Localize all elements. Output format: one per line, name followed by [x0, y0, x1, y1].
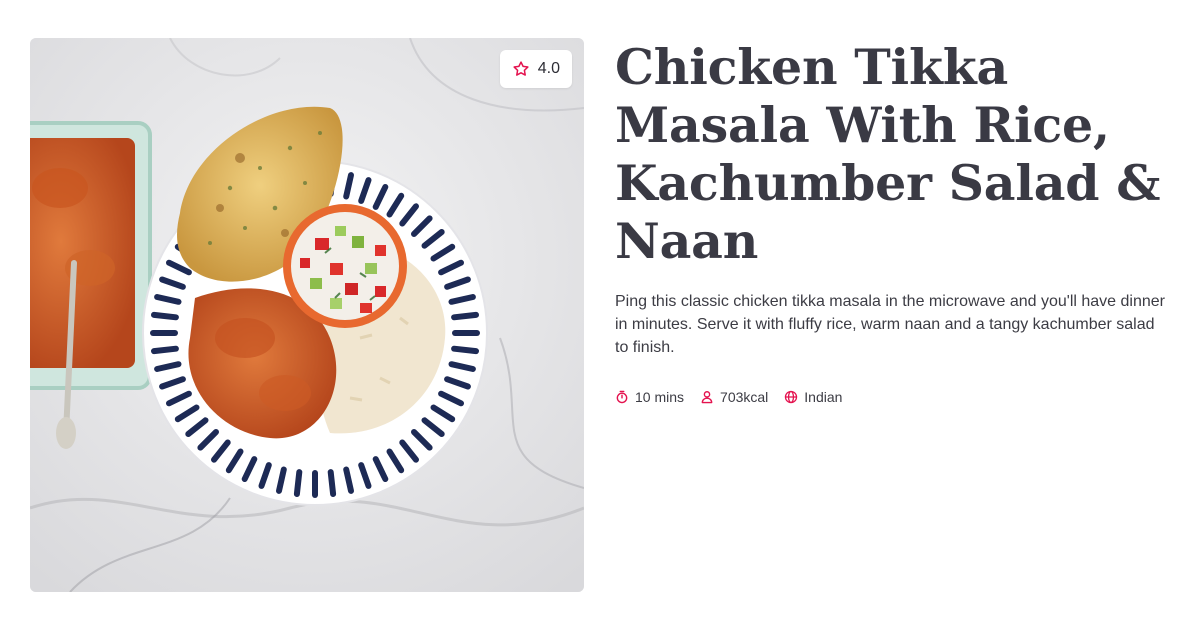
star-outline-icon: [513, 61, 529, 76]
meta-cuisine-label: Indian: [804, 389, 843, 405]
stopwatch-icon: [616, 390, 628, 404]
recipe-details: Chicken Tikka Masala With Rice, Kachumbe…: [615, 38, 1175, 405]
meta-calories: 703kcal: [700, 389, 768, 405]
meta-time: 10 mins: [615, 389, 684, 405]
person-icon: [701, 391, 713, 404]
recipe-photo-illustration: [30, 38, 584, 592]
meta-time-label: 10 mins: [635, 389, 685, 405]
rating-value: 4.0: [537, 60, 560, 77]
rating-badge[interactable]: 4.0: [499, 50, 572, 88]
recipe-image: 4.0: [30, 38, 584, 592]
recipe-title: Chicken Tikka Masala With Rice, Kachumbe…: [615, 38, 1161, 270]
meta-calories-label: 703kcal: [720, 389, 769, 405]
recipe-meta: 10 mins 703kcal Indian: [615, 389, 1175, 405]
globe-icon: [785, 390, 798, 404]
recipe-description: Ping this classic chicken tikka masala i…: [615, 293, 1165, 356]
meta-cuisine: Indian: [784, 389, 842, 405]
